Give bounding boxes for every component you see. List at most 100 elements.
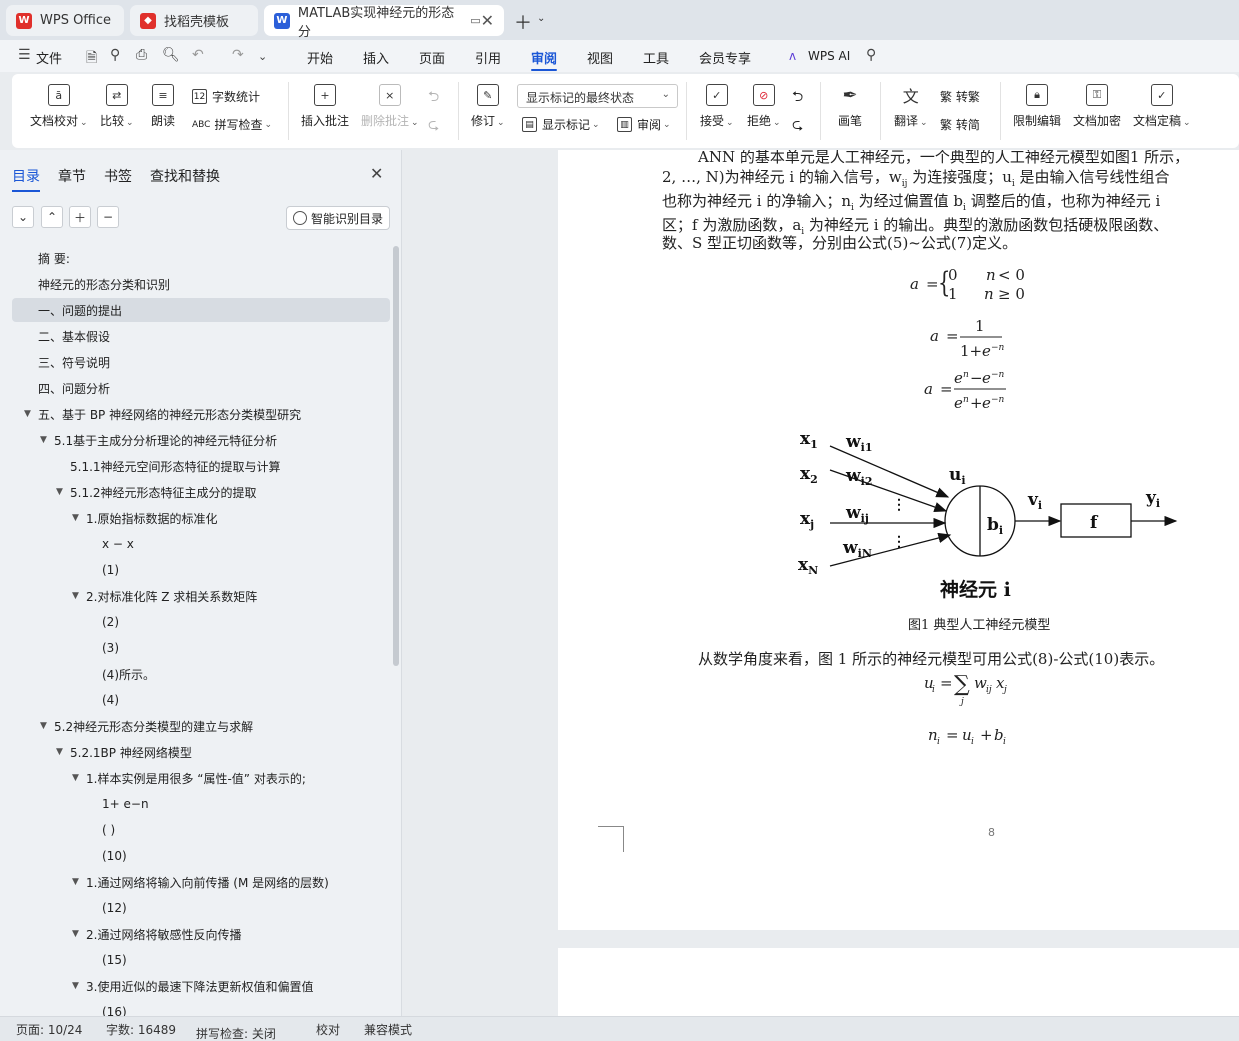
menu-home[interactable]: 开始 <box>307 48 333 67</box>
save-icon[interactable]: 🗎 <box>86 47 97 71</box>
page-indicator[interactable]: 页面: 10/24 <box>16 1021 82 1038</box>
toc-item[interactable]: (4)所示。 <box>12 662 390 686</box>
toc-item[interactable]: 三、符号说明 <box>12 350 390 374</box>
close-tab-icon[interactable]: ✕ <box>481 11 494 30</box>
share-icon[interactable]: ⚲ <box>110 47 120 63</box>
menu-insert[interactable]: 插入 <box>363 48 389 67</box>
toc-item[interactable]: (12) <box>12 896 390 920</box>
add-heading-icon[interactable]: ＋ <box>69 206 91 228</box>
toc-item[interactable]: (10) <box>12 844 390 868</box>
restrict-edit-button[interactable]: 🔒︎ 限制编辑 <box>1013 84 1061 129</box>
word-count-button[interactable]: 12 字数统计 <box>192 88 260 105</box>
track-changes-button[interactable]: ✎ 修订 ⌄ <box>471 84 505 129</box>
print-icon[interactable]: ⎙ <box>136 47 147 63</box>
expand-triangle-icon[interactable]: ▼ <box>24 409 31 419</box>
menu-page[interactable]: 页面 <box>419 48 445 67</box>
compare-button[interactable]: ⇄ 比较 ⌄ <box>100 84 134 129</box>
toc-item[interactable]: (2) <box>12 610 390 634</box>
expand-triangle-icon[interactable]: ▼ <box>40 435 47 445</box>
ink-button[interactable]: ✒ 画笔 <box>838 84 862 129</box>
toc-item[interactable]: 四、问题分析 <box>12 376 390 400</box>
toc-item[interactable]: ▼ 5.1.2神经元形态特征主成分的提取 <box>12 480 390 504</box>
toc-item[interactable]: ▼ 5.2神经元形态分类模型的建立与求解 <box>12 714 390 738</box>
menu-view[interactable]: 视图 <box>587 48 613 67</box>
toc-item[interactable]: 一、问题的提出 <box>12 298 390 322</box>
undo-icon[interactable]: ↶ <box>192 47 204 63</box>
expand-triangle-icon[interactable]: ▼ <box>72 929 79 939</box>
chevron-down-icon[interactable]: ⌄ <box>258 50 267 63</box>
search-icon[interactable]: ⚲ <box>866 47 876 63</box>
toc-item[interactable]: ▼ 5.1基于主成分分析理论的神经元特征分析 <box>12 428 390 452</box>
toc-item[interactable]: 摘 要: <box>12 246 390 270</box>
proofread-indicator[interactable]: 校对 <box>316 1021 340 1038</box>
tab-docer-templates[interactable]: ◆ 找稻壳模板 <box>130 5 258 36</box>
prev-comment-icon[interactable]: ⮌ <box>428 86 439 110</box>
expand-triangle-icon[interactable]: ▼ <box>72 877 79 887</box>
toc-item[interactable]: ( ) <box>12 818 390 842</box>
toc-item[interactable]: 神经元的形态分类和识别 <box>12 272 390 296</box>
delete-comment-button[interactable]: × 删除批注 ⌄ <box>361 84 419 129</box>
screen-icon[interactable]: ▭ <box>470 14 480 27</box>
toc-item[interactable]: ▼ 3.使用近似的最速下降法更新权值和偏置值 <box>12 974 390 998</box>
toc-item[interactable]: 5.1.1神经元空间形态特征的提取与计算 <box>12 454 390 478</box>
menu-wps-ai[interactable]: WPS AI <box>808 49 850 63</box>
next-comment-icon[interactable]: ⮎ <box>428 114 439 138</box>
tab-toc[interactable]: 目录 <box>12 166 40 192</box>
spell-check-button[interactable]: ABC 拼写检查 ⌄ <box>192 116 272 133</box>
expand-triangle-icon[interactable]: ▼ <box>40 721 47 731</box>
doc-proofread-button[interactable]: ā 文档校对 ⌄ <box>30 84 88 129</box>
show-markup-button[interactable]: ▤ 显示标记 ⌄ <box>522 116 600 133</box>
insert-comment-button[interactable]: + 插入批注 <box>301 84 349 129</box>
expand-triangle-icon[interactable]: ▼ <box>56 747 63 757</box>
encrypt-button[interactable]: ⚿ 文档加密 <box>1073 84 1121 129</box>
tab-find-replace[interactable]: 查找和替换 <box>150 166 220 186</box>
toc-item[interactable]: ▼ 5.2.1BP 神经网络模型 <box>12 740 390 764</box>
menu-tools[interactable]: 工具 <box>643 48 669 67</box>
hamburger-menu-icon[interactable]: ☰ <box>18 47 31 63</box>
toc-item[interactable]: ▼ 五、基于 BP 神经网络的神经元形态分类模型研究 <box>12 402 390 426</box>
prev-change-icon[interactable]: ⮌ <box>792 86 803 110</box>
toc-item[interactable]: ▼ 2.通过网络将敏感性反向传播 <box>12 922 390 946</box>
tab-wps-office[interactable]: W WPS Office <box>6 5 124 36</box>
finalize-button[interactable]: ✓ 文档定稿 ⌄ <box>1133 84 1191 129</box>
expand-triangle-icon[interactable]: ▼ <box>72 513 79 523</box>
close-pane-icon[interactable]: ✕ <box>370 164 383 183</box>
toc-item[interactable]: 1+ e−n <box>12 792 390 816</box>
to-traditional-button[interactable]: 繁 转繁 <box>940 88 980 105</box>
toc-item[interactable]: x − x <box>12 532 390 556</box>
word-count-indicator[interactable]: 字数: 16489 <box>106 1021 176 1038</box>
tab-sections[interactable]: 章节 <box>58 166 86 186</box>
expand-triangle-icon[interactable]: ▼ <box>72 773 79 783</box>
smart-toc-button[interactable]: 智能识别目录 <box>286 206 390 230</box>
chevron-down-icon[interactable]: ⌄ <box>537 13 545 24</box>
to-simplified-button[interactable]: 繁 转简 <box>940 116 980 133</box>
expand-triangle-icon[interactable]: ▼ <box>56 487 63 497</box>
new-tab-icon[interactable]: ＋ <box>514 9 532 35</box>
expand-triangle-icon[interactable]: ▼ <box>72 981 79 991</box>
toc-item[interactable]: (15) <box>12 948 390 972</box>
tab-current-document[interactable]: W MATLAB实现神经元的形态分 ▭ ✕ <box>264 5 504 40</box>
reject-button[interactable]: ⊘ 拒绝 ⌄ <box>747 84 781 129</box>
read-aloud-button[interactable]: ≡ 朗读 <box>151 84 175 129</box>
toc-item[interactable]: ▼ 1.原始指标数据的标准化 <box>12 506 390 530</box>
toc-item[interactable]: (4) <box>12 688 390 712</box>
markup-state-select[interactable]: 显示标记的最终状态 ⌄ <box>517 84 678 108</box>
accept-button[interactable]: ✓ 接受 ⌄ <box>700 84 734 129</box>
menu-file[interactable]: 文件 <box>36 48 62 67</box>
menu-references[interactable]: 引用 <box>475 48 501 67</box>
menu-review[interactable]: 审阅 <box>531 48 558 71</box>
toc-item[interactable]: (16) <box>12 1000 390 1016</box>
toc-item[interactable]: (1) <box>12 558 390 582</box>
toc-item[interactable]: 二、基本假设 <box>12 324 390 348</box>
redo-icon[interactable]: ↷ <box>232 47 244 63</box>
tab-bookmarks[interactable]: 书签 <box>104 166 132 186</box>
toc-scrollbar[interactable] <box>393 246 399 666</box>
toc-item[interactable]: ▼ 1.样本实例是用很多 “属性-值” 对表示的; <box>12 766 390 790</box>
toc-item[interactable]: ▼ 1.通过网络将输入向前传播 (M 是网络的层数) <box>12 870 390 894</box>
translate-button[interactable]: 文 翻译 ⌄ <box>894 84 928 129</box>
next-change-icon[interactable]: ⮎ <box>792 114 803 138</box>
expand-triangle-icon[interactable]: ▼ <box>72 591 79 601</box>
remove-heading-icon[interactable]: − <box>97 206 119 228</box>
print-preview-icon[interactable]: 🔍︎ <box>162 47 180 63</box>
collapse-up-icon[interactable]: ⌃ <box>41 206 63 228</box>
